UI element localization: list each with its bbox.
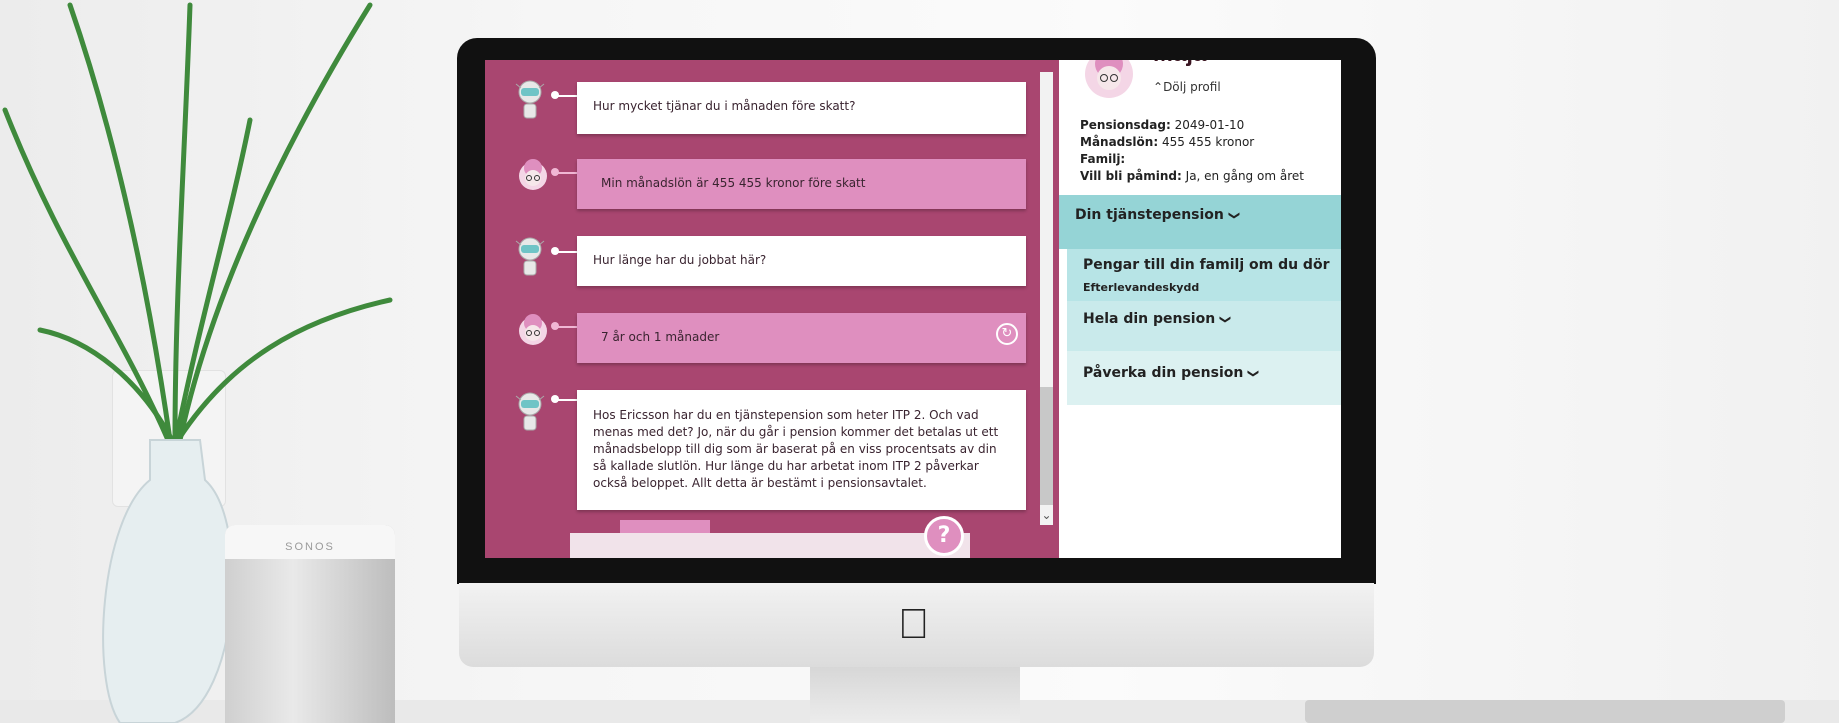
accordion-title: Din tjänstepension [1075, 207, 1224, 223]
accordion-title: Pengar till din familj om du dör [1083, 257, 1330, 273]
robot-avatar-icon [515, 237, 545, 276]
fact-label: Familj: [1080, 152, 1126, 166]
input-tab[interactable] [620, 520, 710, 533]
message-connector-dot [551, 91, 559, 99]
chat-panel: Hur mycket tjänar du i månaden före skat… [485, 60, 1059, 558]
message-connector-dot [551, 247, 559, 255]
help-button[interactable]: ? [924, 516, 964, 556]
message-text: Hur mycket tjänar du i månaden före skat… [593, 99, 856, 113]
hide-profile-label: Dölj profil [1163, 80, 1221, 94]
fact-label: Pensionsdag: [1080, 118, 1171, 132]
fact-label: Månadslön: [1080, 135, 1159, 149]
scrollbar-thumb[interactable] [1040, 387, 1053, 505]
message-connector-dot [551, 322, 559, 330]
accordion-title: Påverka din pension [1083, 365, 1244, 381]
accordion-title: Hela din pension [1083, 311, 1216, 327]
fact-value: 455 455 kronor [1161, 135, 1255, 149]
keyboard [1305, 700, 1785, 723]
speaker-brand: SONOS [285, 541, 335, 553]
message-connector-dot [551, 168, 559, 176]
user-avatar-icon [519, 314, 547, 345]
scroll-down-icon[interactable]: ⌄ [1040, 508, 1053, 524]
bot-message: Hur mycket tjänar du i månaden före skat… [577, 82, 1026, 134]
profile-fact-reminder: Vill bli påmind: Ja, en gång om året [1080, 169, 1304, 183]
monitor-stand [810, 667, 1020, 723]
profile-name: Maja [1153, 60, 1206, 68]
bot-message: Hur länge har du jobbat här? [577, 236, 1026, 286]
message-connector-dot [551, 395, 559, 403]
chat-input-bar[interactable] [570, 533, 970, 558]
chevron-down-icon: ❯ [1247, 368, 1261, 379]
fact-label: Vill bli påmind: [1080, 169, 1182, 183]
profile-avatar [1085, 60, 1133, 98]
profile-panel: Maja ⌃Dölj profil Pensionsdag: 2049-01-1… [1059, 60, 1341, 558]
accordion-subtitle: Efterlevandeskydd [1083, 281, 1200, 294]
message-text: Hos Ericsson har du en tjänstepension so… [593, 408, 999, 490]
chat-scrollbar[interactable]: ⌄ [1040, 72, 1053, 525]
refresh-icon[interactable]: ↻ [996, 323, 1018, 345]
user-message: Min månadslön är 455 455 kronor före ska… [577, 159, 1026, 209]
chevron-up-icon: ⌃ [1153, 80, 1164, 94]
fact-value: Ja, en gång om året [1185, 169, 1304, 183]
accordion-pengar-till-familj[interactable]: Pengar till din familj om du dör Efterle… [1067, 249, 1341, 301]
accordion-paverka-din-pension[interactable]: Påverka din pension ❯ [1067, 351, 1341, 405]
message-text: 7 år och 1 månader [601, 330, 720, 344]
chevron-down-icon: ❯ [1219, 314, 1233, 325]
accordion-din-tjanstepension[interactable]: Din tjänstepension ❯ [1059, 195, 1341, 249]
robot-avatar-icon [515, 80, 545, 119]
user-message: 7 år och 1 månader ↻ [577, 313, 1026, 363]
screen: Hur mycket tjänar du i månaden före skat… [485, 60, 1341, 558]
profile-fact-family: Familj: [1080, 152, 1125, 166]
fact-value: 2049-01-10 [1174, 118, 1245, 132]
bot-message: Hos Ericsson har du en tjänstepension so… [577, 390, 1026, 510]
profile-fact-salary: Månadslön: 455 455 kronor [1080, 135, 1254, 149]
user-avatar-icon [519, 159, 547, 190]
robot-avatar-icon [515, 392, 545, 431]
message-text: Min månadslön är 455 455 kronor före ska… [601, 176, 866, 190]
profile-fact-retirement-date: Pensionsdag: 2049-01-10 [1080, 118, 1244, 132]
apple-logo-icon:  [898, 600, 930, 648]
message-text: Hur länge har du jobbat här? [593, 253, 767, 267]
accordion-hela-din-pension[interactable]: Hela din pension ❯ [1067, 301, 1341, 351]
hide-profile-button[interactable]: ⌃Dölj profil [1153, 80, 1221, 94]
chevron-down-icon: ❯ [1228, 210, 1241, 221]
